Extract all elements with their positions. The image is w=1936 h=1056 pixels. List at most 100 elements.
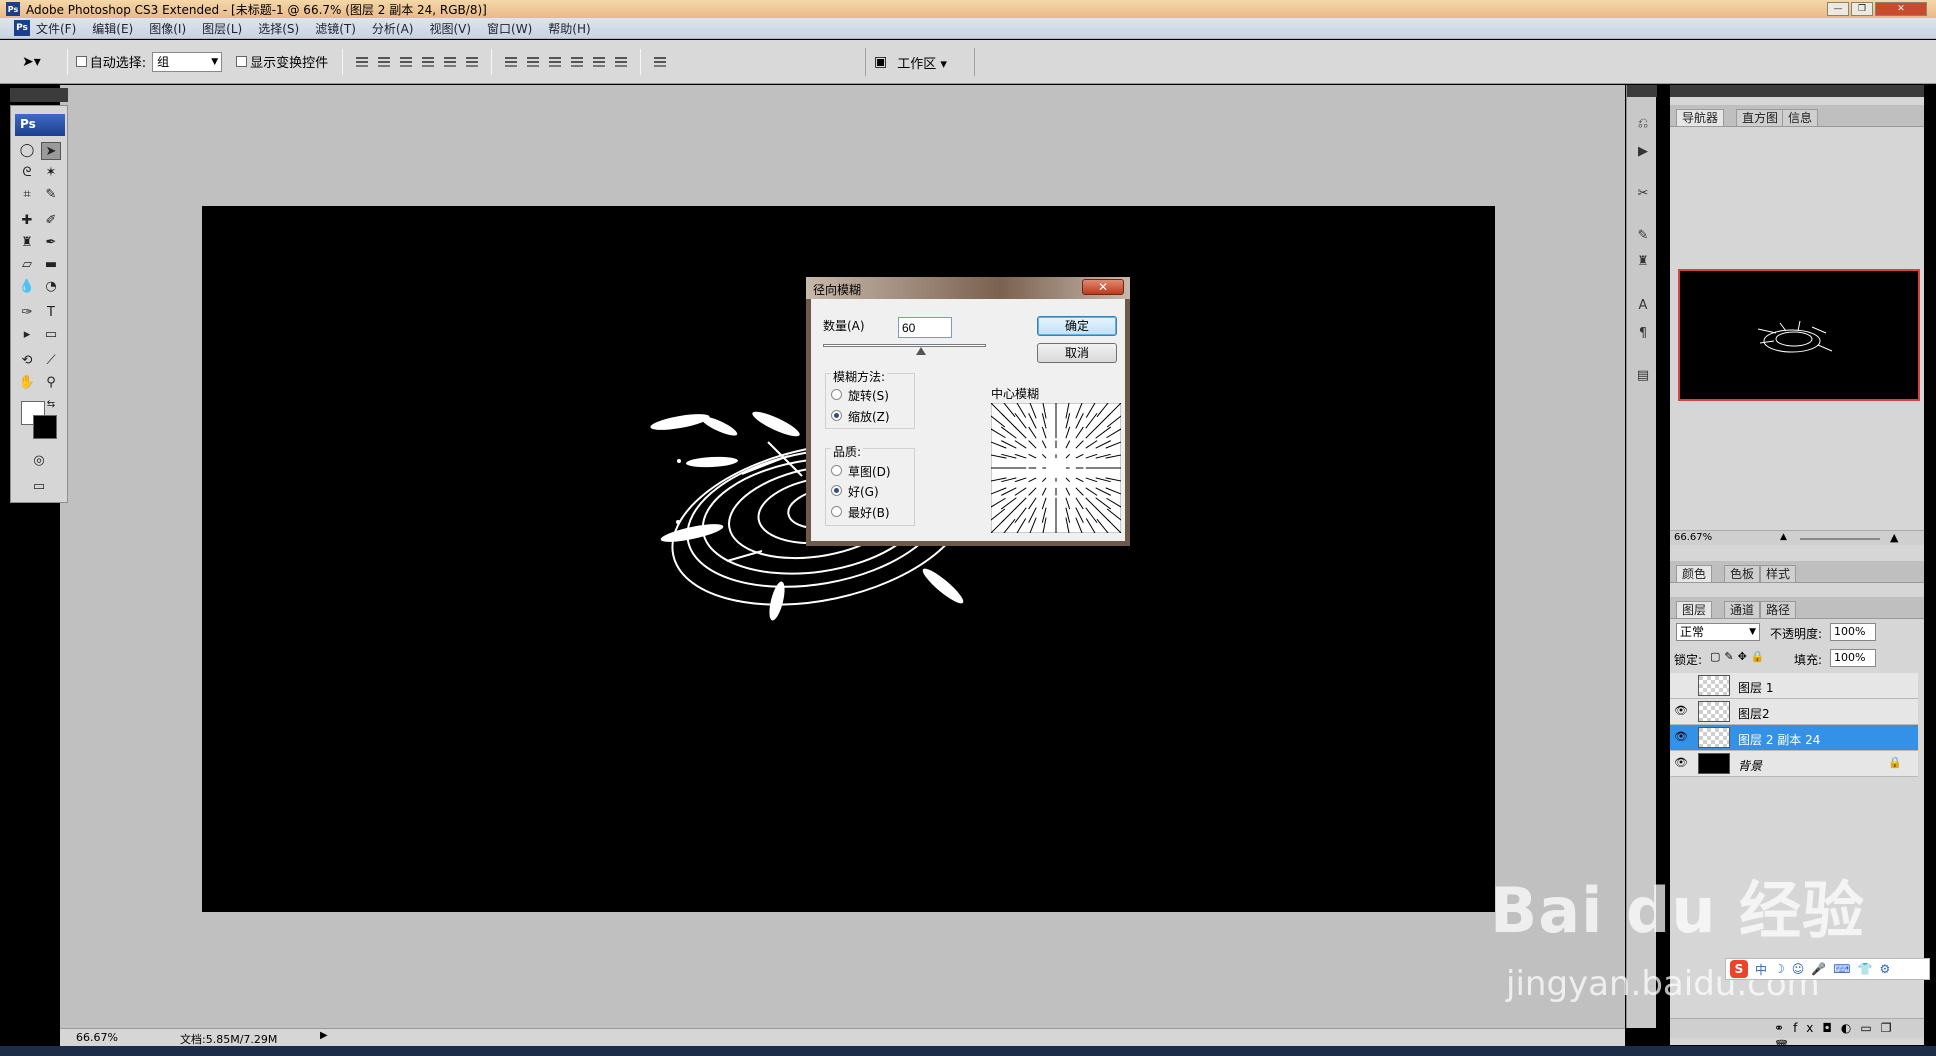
workspace-button[interactable]: 工作区 ▾ xyxy=(897,53,947,72)
pen-tool-icon[interactable]: ✑ xyxy=(17,304,37,322)
layer-row[interactable]: 👁 图层2 xyxy=(1670,699,1918,725)
zoom-radio[interactable] xyxy=(831,410,842,421)
layer-row[interactable]: 👁 图层 2 副本 24 xyxy=(1670,725,1918,751)
minimize-button[interactable]: — xyxy=(1827,2,1849,16)
status-menu-arrow[interactable]: ▶ xyxy=(320,1030,328,1041)
zoom-tool-icon[interactable]: ⚲ xyxy=(41,374,61,392)
tab-styles[interactable]: 样式 xyxy=(1760,565,1797,582)
clone-stamp-icon[interactable]: ♜ xyxy=(17,234,37,252)
menu-edit[interactable]: 编辑(E) xyxy=(92,20,133,37)
marquee-tool-icon[interactable]: ◯ xyxy=(17,142,37,160)
skin-icon[interactable]: 👕 xyxy=(1858,962,1873,976)
show-transform-checkbox[interactable] xyxy=(236,56,248,67)
eraser-tool-icon[interactable]: ▱ xyxy=(17,256,37,274)
blend-mode-dropdown[interactable]: 正常 ▼ xyxy=(1676,623,1760,641)
amount-slider[interactable] xyxy=(823,344,986,347)
align-vcenter-icon[interactable] xyxy=(375,54,393,70)
distribute-hcenter-icon[interactable] xyxy=(590,54,608,70)
layer-row[interactable]: 👁 背景 🔒 xyxy=(1670,751,1918,777)
crop-tool-icon[interactable]: ⌗ xyxy=(17,186,37,204)
slice-tool-icon[interactable]: ✎ xyxy=(41,186,61,204)
auto-select-checkbox[interactable] xyxy=(75,56,87,67)
tab-histogram[interactable]: 直方图 xyxy=(1736,109,1785,126)
tab-channels[interactable]: 通道 xyxy=(1724,601,1761,618)
tool-presets-icon[interactable]: ✂ xyxy=(1634,185,1652,203)
ok-button[interactable]: 确定 xyxy=(1037,316,1117,336)
align-hcenter-icon[interactable] xyxy=(441,54,459,70)
visibility-toggle[interactable]: 👁 xyxy=(1674,756,1688,770)
screen-mode-icon[interactable]: ▭ xyxy=(29,478,49,496)
layer-comps-icon[interactable]: ▤ xyxy=(1634,367,1652,385)
align-right-icon[interactable] xyxy=(463,54,481,70)
type-tool-icon[interactable]: T xyxy=(41,304,61,322)
distribute-top-icon[interactable] xyxy=(502,54,520,70)
blur-tool-icon[interactable]: 💧 xyxy=(17,278,37,296)
brushes-panel-icon[interactable]: ✎ xyxy=(1634,227,1652,245)
zoom-in-icon[interactable]: ▲ xyxy=(1890,531,1898,544)
tab-info[interactable]: 信息 xyxy=(1782,109,1819,126)
cancel-button[interactable]: 取消 xyxy=(1037,343,1117,363)
dialog-close-button[interactable]: ✕ xyxy=(1082,279,1124,295)
layer-row[interactable]: 图层 1 xyxy=(1670,673,1918,699)
toolbox-header[interactable] xyxy=(10,88,68,102)
path-select-icon[interactable]: ▸ xyxy=(17,326,37,344)
ime-toolbar[interactable]: S 中 ☽ ☺ 🎤 ⌨ 👕 ⚙ xyxy=(1725,958,1930,980)
dock-header[interactable] xyxy=(1627,85,1657,97)
draft-radio[interactable] xyxy=(831,465,842,476)
align-left-icon[interactable] xyxy=(419,54,437,70)
menu-view[interactable]: 视图(V) xyxy=(429,20,471,37)
background-color-swatch[interactable] xyxy=(33,415,57,439)
opacity-input[interactable]: 100% xyxy=(1830,623,1876,641)
menu-window[interactable]: 窗口(W) xyxy=(487,20,532,37)
navigator-zoom-slider[interactable] xyxy=(1800,538,1880,540)
mic-icon[interactable]: 🎤 xyxy=(1811,962,1826,976)
move-tool-icon[interactable]: ➤ xyxy=(41,142,61,160)
settings-icon[interactable]: ⚙ xyxy=(1880,962,1891,976)
history-panel-icon[interactable]: ⎌ xyxy=(1634,115,1652,133)
distribute-left-icon[interactable] xyxy=(568,54,586,70)
keyboard-icon[interactable]: ⌨ xyxy=(1833,962,1850,976)
amount-input[interactable] xyxy=(898,317,952,338)
close-button[interactable]: ✕ xyxy=(1875,2,1927,16)
hand-tool-icon[interactable]: ✋ xyxy=(17,374,37,392)
panels-header[interactable] xyxy=(1670,85,1924,97)
history-brush-icon[interactable]: ✒ xyxy=(41,234,61,252)
auto-align-icon[interactable] xyxy=(651,54,669,70)
amount-slider-thumb[interactable] xyxy=(915,347,926,355)
tab-color[interactable]: 颜色 xyxy=(1676,565,1713,582)
blur-center-preview[interactable] xyxy=(991,403,1121,533)
3d-rotate-icon[interactable]: ⟲ xyxy=(17,352,37,370)
move-tool-preset-icon[interactable]: ➤▾ xyxy=(22,54,41,70)
swap-colors-icon[interactable]: ⇆ xyxy=(41,396,61,414)
character-panel-icon[interactable]: A xyxy=(1634,297,1652,315)
menu-image[interactable]: 图像(I) xyxy=(149,20,186,37)
menu-layer[interactable]: 图层(L) xyxy=(202,20,242,37)
distribute-right-icon[interactable] xyxy=(612,54,630,70)
clone-source-icon[interactable]: ♜ xyxy=(1634,253,1652,271)
menu-select[interactable]: 选择(S) xyxy=(258,20,299,37)
maximize-button[interactable]: ❐ xyxy=(1851,2,1873,16)
auto-select-dropdown[interactable]: 组 ▼ xyxy=(152,51,223,72)
dialog-title-bar[interactable]: 径向模糊 ✕ xyxy=(806,277,1130,299)
actions-panel-icon[interactable]: ▶ xyxy=(1634,143,1652,161)
tab-paths[interactable]: 路径 xyxy=(1760,601,1797,618)
menu-help[interactable]: 帮助(H) xyxy=(548,20,590,37)
distribute-bottom-icon[interactable] xyxy=(546,54,564,70)
fill-input[interactable]: 100% xyxy=(1830,649,1876,667)
shape-tool-icon[interactable]: ▭ xyxy=(41,326,61,344)
gradient-tool-icon[interactable]: ▬ xyxy=(41,256,61,274)
zoom-out-icon[interactable]: ▲ xyxy=(1780,532,1787,542)
distribute-vcenter-icon[interactable] xyxy=(524,54,542,70)
lasso-tool-icon[interactable]: ᘓ xyxy=(17,164,37,182)
navigator-thumbnail[interactable] xyxy=(1678,269,1920,401)
tab-swatches[interactable]: 色板 xyxy=(1724,565,1761,582)
tab-layers[interactable]: 图层 xyxy=(1676,601,1713,618)
menu-analysis[interactable]: 分析(A) xyxy=(372,20,414,37)
visibility-toggle[interactable] xyxy=(1674,678,1688,692)
tab-navigator[interactable]: 导航器 xyxy=(1676,109,1725,126)
palette-well-icon[interactable]: ▣ xyxy=(874,54,887,70)
emoji-icon[interactable]: ☺ xyxy=(1792,962,1805,976)
eyedropper-icon[interactable]: ⟋ xyxy=(41,352,61,370)
dodge-tool-icon[interactable]: ◔ xyxy=(41,278,61,296)
good-radio[interactable] xyxy=(831,485,842,496)
